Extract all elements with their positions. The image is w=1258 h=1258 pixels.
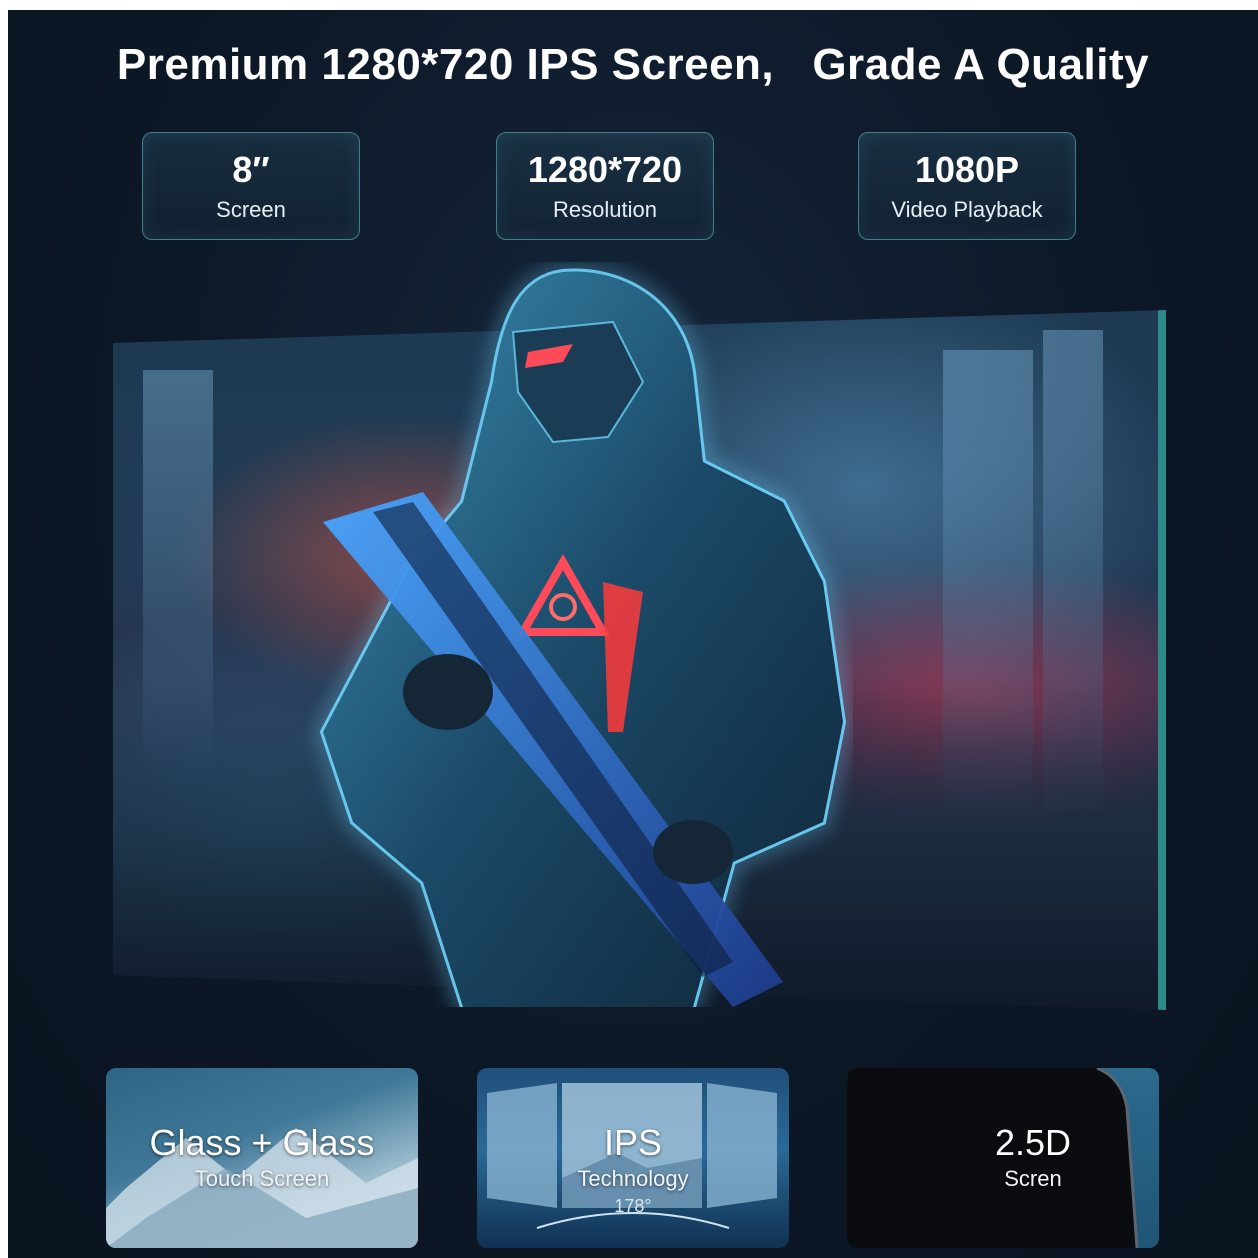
hero-screen-image [113, 268, 1166, 1010]
soldier-illustration [319, 268, 847, 1007]
feature-title: IPS [603, 1122, 663, 1163]
feature-title: Glass + Glass [149, 1122, 375, 1163]
feature-title: 2.5D [994, 1122, 1072, 1163]
headline: Premium 1280*720 IPS Screen, Grade A Qua… [116, 40, 1150, 89]
feature-subtitle: Touch Screen [194, 1166, 330, 1191]
spec-card-video-playback: 1080P Video Playback [858, 132, 1076, 240]
feature-card-2-5d: 2.5D Scren [847, 1068, 1159, 1248]
product-banner: Premium 1280*720 IPS Screen, Grade A Qua… [8, 10, 1258, 1258]
spec-label: Resolution [553, 197, 657, 222]
feature-card-ips: IPS Technology 178° [477, 1068, 789, 1248]
spec-label: Screen [216, 197, 286, 222]
spec-value: 8″ [232, 149, 270, 190]
feature-card-glass: Glass + Glass Touch Screen [106, 1068, 418, 1248]
feature-subtitle: Scren [1004, 1166, 1062, 1191]
viewing-angle-label: 178° [614, 1196, 652, 1216]
spec-value: 1080P [914, 149, 1020, 190]
spec-card-screen-size: 8″ Screen [142, 132, 360, 240]
feature-subtitle: Technology [577, 1166, 689, 1191]
spec-value: 1280*720 [527, 149, 683, 190]
spec-card-resolution: 1280*720 Resolution [496, 132, 714, 240]
spec-label: Video Playback [891, 197, 1043, 222]
